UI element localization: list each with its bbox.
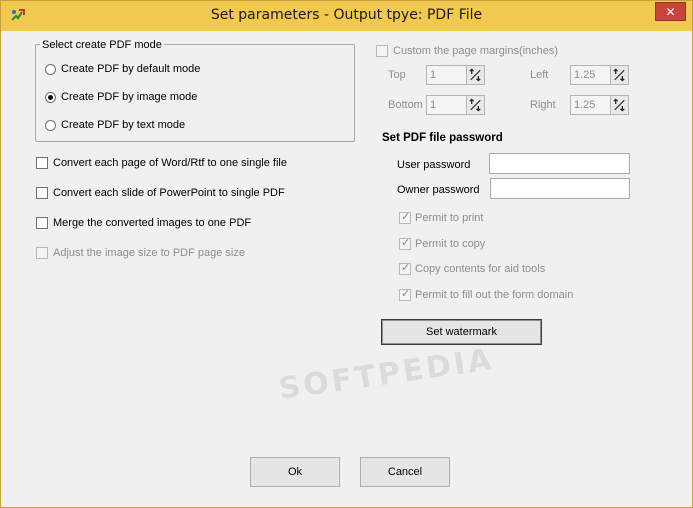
- window-title: Set parameters - Output tpye: PDF File: [210, 7, 483, 23]
- custom-margins-checkbox: [376, 45, 388, 57]
- ok-button[interactable]: Ok: [250, 457, 340, 487]
- margin-right-label: Right: [530, 99, 556, 111]
- permit-copy-label: Permit to copy: [415, 238, 486, 250]
- margin-bottom-spinner: 1: [426, 95, 485, 115]
- margin-right-spinner: 1.25: [570, 95, 629, 115]
- permit-fill-form-label: Permit to fill out the form domain: [415, 289, 574, 301]
- margin-top-value: 1: [430, 69, 437, 81]
- title-bar[interactable]: Set parameters - Output tpye: PDF File ✕: [1, 1, 692, 31]
- user-password-input[interactable]: [489, 153, 630, 174]
- merge-images-label[interactable]: Merge the converted images to one PDF: [53, 217, 251, 229]
- close-button[interactable]: ✕: [655, 2, 686, 21]
- radio-text-mode-label[interactable]: Create PDF by text mode: [61, 119, 185, 131]
- margin-left-label: Left: [530, 69, 549, 81]
- margin-left-spinner: 1.25: [570, 65, 629, 85]
- custom-margins-label: Custom the page margins(inches): [393, 45, 559, 57]
- margin-bottom-value: 1: [430, 99, 437, 111]
- dialog-client: Select create PDF mode Create PDF by def…: [8, 31, 685, 501]
- convert-word-checkbox[interactable]: [36, 157, 48, 169]
- mode-group-label: Select create PDF mode: [40, 39, 164, 51]
- permit-copy-checkbox: [399, 236, 411, 250]
- margin-top-label: Top: [388, 69, 406, 81]
- margin-left-value: 1.25: [574, 69, 596, 81]
- spin-arrows-icon: [466, 66, 484, 84]
- spin-arrows-icon: [610, 96, 628, 114]
- adjust-image-checkbox: [36, 247, 48, 259]
- radio-default-mode-label[interactable]: Create PDF by default mode: [61, 63, 200, 75]
- close-icon: ✕: [665, 4, 676, 19]
- owner-password-label: Owner password: [397, 184, 480, 196]
- adjust-image-label: Adjust the image size to PDF page size: [53, 247, 245, 259]
- softpedia-watermark: SOFTPEDIA: [276, 342, 497, 407]
- convert-ppt-checkbox[interactable]: [36, 187, 48, 199]
- radio-image-mode[interactable]: [45, 92, 56, 103]
- spin-arrows-icon: [466, 96, 484, 114]
- margin-bottom-label: Bottom: [388, 99, 423, 111]
- convert-ppt-label[interactable]: Convert each slide of PowerPoint to sing…: [53, 187, 285, 199]
- set-watermark-button[interactable]: Set watermark: [381, 319, 542, 345]
- permit-fill-form-checkbox: [399, 287, 411, 301]
- margin-right-value: 1.25: [574, 99, 596, 111]
- owner-password-input[interactable]: [490, 178, 630, 199]
- convert-word-label[interactable]: Convert each page of Word/Rtf to one sin…: [53, 157, 287, 169]
- merge-images-checkbox[interactable]: [36, 217, 48, 229]
- margin-top-spinner: 1: [426, 65, 485, 85]
- spin-arrows-icon: [610, 66, 628, 84]
- copy-aid-tools-checkbox: [399, 261, 411, 275]
- cancel-button[interactable]: Cancel: [360, 457, 450, 487]
- radio-text-mode[interactable]: [45, 120, 56, 131]
- radio-image-mode-label[interactable]: Create PDF by image mode: [61, 91, 197, 103]
- radio-default-mode[interactable]: [45, 64, 56, 75]
- user-password-label: User password: [397, 159, 471, 171]
- permit-print-label: Permit to print: [415, 212, 484, 224]
- copy-aid-tools-label: Copy contents for aid tools: [415, 263, 546, 275]
- permit-print-checkbox: [399, 210, 411, 224]
- password-heading: Set PDF file password: [382, 132, 503, 144]
- dialog-window: Set parameters - Output tpye: PDF File ✕…: [0, 0, 693, 508]
